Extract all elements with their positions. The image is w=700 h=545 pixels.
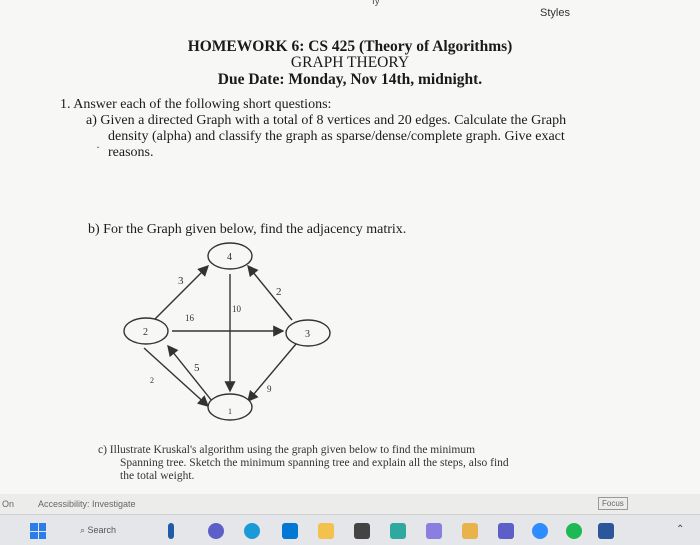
weight-4-1: 10 bbox=[232, 304, 242, 314]
weight-3-4: 2 bbox=[276, 286, 282, 298]
photos-icon[interactable] bbox=[426, 523, 442, 539]
question-1c-line2: Spanning tree. Sketch the minimum spanni… bbox=[120, 457, 509, 469]
top-mark: Iy bbox=[372, 0, 380, 7]
edge-browser-icon[interactable] bbox=[244, 523, 260, 539]
word-icon[interactable] bbox=[598, 523, 614, 539]
chat-icon[interactable] bbox=[208, 523, 224, 539]
chevron-up-icon[interactable]: ⌃ bbox=[676, 525, 686, 535]
folder-icon[interactable] bbox=[318, 523, 334, 539]
edge-3-1 bbox=[247, 343, 297, 403]
zoom-icon[interactable] bbox=[532, 523, 548, 539]
windows-start-icon[interactable] bbox=[30, 523, 46, 539]
node-label-1: 1 bbox=[228, 407, 232, 416]
accessibility-status[interactable]: Accessibility: Investigate bbox=[38, 499, 136, 509]
question-1a-line2: density (alpha) and classify the graph a… bbox=[108, 129, 565, 144]
weight-3-1: 9 bbox=[267, 384, 272, 394]
weight-1-2: 5 bbox=[194, 362, 200, 374]
bullet-dot: · bbox=[96, 140, 100, 154]
focus-button[interactable]: Focus bbox=[598, 497, 628, 510]
edge-2-4 bbox=[154, 265, 209, 320]
spotify-icon[interactable] bbox=[566, 523, 582, 539]
homework-subtitle: GRAPH THEORY bbox=[290, 54, 410, 71]
weight-2-3: 16 bbox=[185, 313, 195, 323]
teams-icon[interactable] bbox=[498, 523, 514, 539]
question-1a: a) Given a directed Graph with a total o… bbox=[86, 113, 626, 161]
question-1a-line1: a) Given a directed Graph with a total o… bbox=[86, 113, 567, 128]
due-date: Due Date: Monday, Nov 14th, midnight. bbox=[217, 71, 483, 88]
weighted-graph: 4 2 3 1 3 2 16 10 5 9 2 bbox=[123, 242, 331, 421]
document-page: Iy Styles HOMEWORK 6: CS 425 (Theory of … bbox=[0, 0, 700, 494]
search-label: Search bbox=[87, 525, 117, 535]
question-1c-line3: the total weight. bbox=[120, 470, 195, 482]
sway-icon[interactable] bbox=[390, 523, 406, 539]
question-1c: c) Illustrate Kruskal's algorithm using … bbox=[98, 444, 588, 483]
taskbar-search[interactable]: ⌕ Search bbox=[80, 521, 150, 539]
status-on: On bbox=[2, 499, 15, 509]
node-label-2: 2 bbox=[143, 327, 148, 338]
question-1-intro: 1. Answer each of the following short qu… bbox=[60, 97, 332, 112]
styles-button[interactable]: Styles bbox=[540, 7, 570, 19]
node-label-4: 4 bbox=[227, 252, 232, 263]
edge-3-4 bbox=[247, 264, 293, 321]
weight-2-1: 2 bbox=[150, 376, 154, 385]
status-bar: On Accessibility: Investigate Focus bbox=[0, 494, 700, 514]
files-icon[interactable] bbox=[462, 523, 478, 539]
app-icon[interactable] bbox=[354, 523, 370, 539]
edge-1-2 bbox=[167, 344, 213, 402]
node-label-3: 3 bbox=[305, 329, 310, 340]
question-1c-line1: c) Illustrate Kruskal's algorithm using … bbox=[98, 444, 476, 456]
question-1a-line3: reasons. bbox=[108, 145, 154, 160]
file-explorer-icon[interactable] bbox=[168, 523, 174, 539]
taskbar: ⌕ Search ⌃ bbox=[0, 514, 700, 545]
store-icon[interactable] bbox=[282, 523, 298, 539]
weight-2-4: 3 bbox=[178, 275, 184, 287]
